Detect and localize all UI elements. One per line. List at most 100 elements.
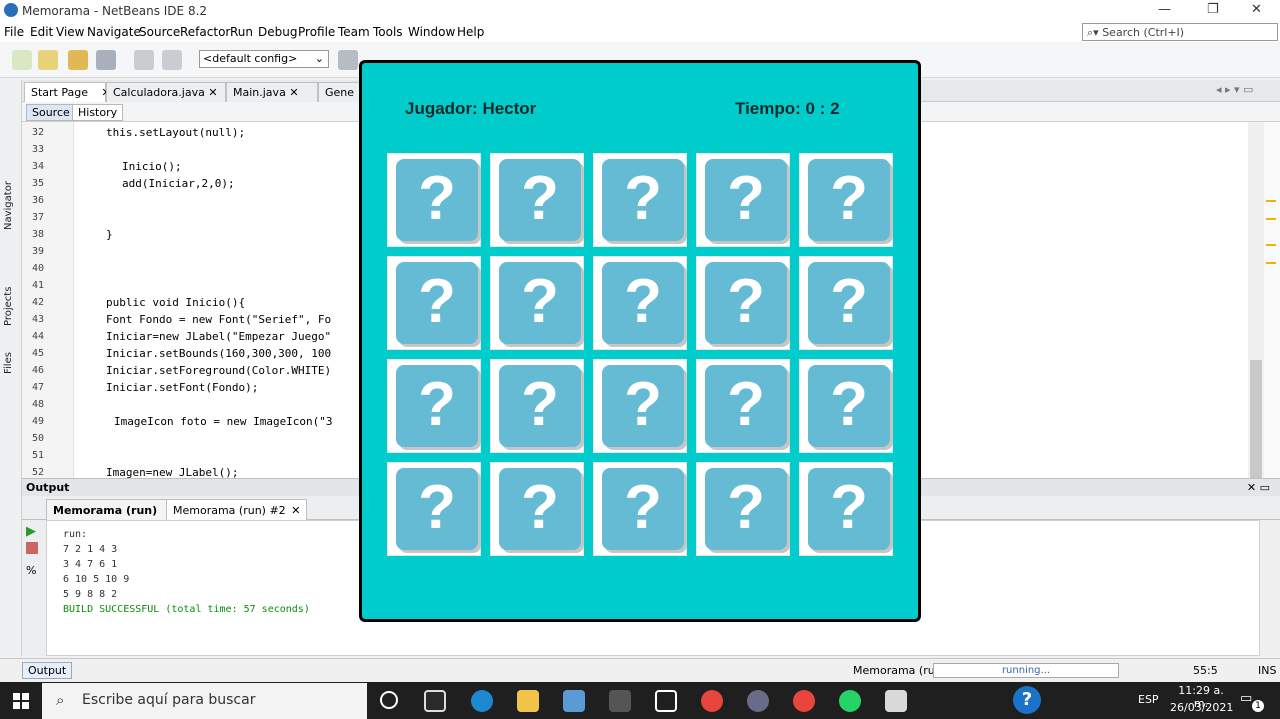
close-icon[interactable]: ✕ [208, 86, 217, 99]
question-mark-icon: ? [624, 164, 662, 233]
memory-card[interactable]: ? [593, 153, 687, 247]
chrome-icon[interactable] [701, 690, 723, 712]
memory-card[interactable]: ? [593, 256, 687, 350]
memory-card[interactable]: ? [593, 462, 687, 556]
memory-card[interactable]: ? [799, 153, 893, 247]
side-tab-navigator[interactable]: Navigator [3, 181, 14, 230]
close-button[interactable]: ✕ [1251, 2, 1262, 17]
scroll-thumb[interactable] [1250, 360, 1262, 478]
tab-memorama-run[interactable]: Memorama (run) ✕ [46, 499, 182, 520]
memory-card[interactable]: ? [696, 153, 790, 247]
language-indicator[interactable]: ESP [1138, 693, 1159, 706]
memory-card[interactable]: ? [696, 462, 790, 556]
cortana-icon[interactable] [380, 691, 398, 709]
output-toggle-button[interactable]: Output [22, 662, 73, 679]
tab-main[interactable]: Main.java ✕ [226, 82, 318, 102]
stop-icon[interactable] [26, 542, 38, 554]
menu-view[interactable]: View [56, 25, 84, 39]
warning-mark[interactable] [1266, 262, 1276, 264]
chrome-profile-icon[interactable] [793, 690, 815, 712]
menu-window[interactable]: Window [408, 25, 455, 39]
build-icon[interactable] [338, 50, 358, 70]
dropbox-icon[interactable] [655, 690, 677, 712]
history-button[interactable]: History [72, 104, 124, 121]
card-back: ? [602, 159, 684, 241]
memory-card[interactable]: ? [490, 256, 584, 350]
restore-button[interactable]: ❐ [1207, 2, 1219, 17]
memory-card[interactable]: ? [696, 359, 790, 453]
source-button[interactable]: Source [26, 104, 76, 121]
search-input[interactable]: ⌕▾ Search (Ctrl+I) [1082, 23, 1278, 41]
tab-nav-arrows[interactable]: ◂ ▸ ▾ ▭ [1216, 83, 1253, 96]
menu-refactor[interactable]: Refactor [180, 25, 230, 39]
edge-icon[interactable] [471, 690, 493, 712]
memory-card[interactable]: ? [799, 256, 893, 350]
question-mark-icon: ? [727, 267, 765, 336]
tab-label: Memorama (run) #2 [173, 504, 286, 517]
config-select[interactable]: <default config> ⌄ [199, 50, 329, 68]
notification-icon[interactable]: ▭ [1240, 691, 1252, 706]
memory-card[interactable]: ? [593, 359, 687, 453]
clock-date[interactable]: 26/03/2021 [1170, 701, 1233, 714]
memory-card[interactable]: ? [387, 359, 481, 453]
new-project-icon[interactable] [38, 50, 58, 70]
paint-icon[interactable] [747, 690, 769, 712]
memory-card[interactable]: ? [387, 462, 481, 556]
minimize-button[interactable]: — [1158, 2, 1171, 17]
editor-scrollbar[interactable] [1248, 122, 1264, 478]
line-number: 32 [32, 127, 45, 138]
side-tab-projects[interactable]: Projects [3, 287, 14, 326]
warning-mark[interactable] [1266, 218, 1276, 220]
warning-mark[interactable] [1266, 244, 1276, 246]
whatsapp-icon[interactable] [839, 690, 861, 712]
memory-card[interactable]: ? [490, 359, 584, 453]
redo-icon[interactable] [162, 50, 182, 70]
line-number: 33 [32, 144, 45, 155]
close-icon[interactable]: ✕ [289, 86, 298, 99]
menu-run[interactable]: Run [230, 25, 253, 39]
java-icon[interactable] [885, 690, 907, 712]
menu-source[interactable]: Source [139, 25, 180, 39]
taskbar-search[interactable]: ⌕ Escribe aquí para buscar [42, 683, 367, 719]
memory-card[interactable]: ? [387, 256, 481, 350]
close-icon[interactable]: ✕ [291, 504, 300, 517]
tab-memorama-run-2[interactable]: Memorama (run) #2 ✕ [166, 499, 308, 520]
side-tab-files[interactable]: Files [3, 352, 14, 374]
menu-debug[interactable]: Debug [258, 25, 297, 39]
menu-navigate[interactable]: Navigate [87, 25, 141, 39]
windows-start-icon[interactable] [13, 693, 29, 709]
memory-card[interactable]: ? [490, 462, 584, 556]
output-close-icon[interactable]: ✕ ▭ [1247, 481, 1270, 494]
save-all-icon[interactable] [96, 50, 116, 70]
tab-gene[interactable]: Gene [318, 82, 364, 102]
code-line: ImageIcon foto = new ImageIcon("3 [114, 415, 333, 428]
undo-icon[interactable] [134, 50, 154, 70]
tab-start-page[interactable]: Start Page ✕ [24, 82, 111, 102]
output-line: 5 9 8 8 2 [63, 589, 118, 600]
memory-card[interactable]: ? [799, 462, 893, 556]
memory-card[interactable]: ? [490, 153, 584, 247]
menu-edit[interactable]: Edit [30, 25, 53, 39]
progress-text: running... [1001, 665, 1051, 676]
memory-card[interactable]: ? [387, 153, 481, 247]
card-back: ? [499, 262, 581, 344]
settings-icon[interactable]: % [26, 564, 36, 577]
calculator-icon[interactable] [609, 690, 631, 712]
3d-viewer-icon[interactable] [563, 690, 585, 712]
file-explorer-icon[interactable] [517, 690, 539, 712]
rerun-icon[interactable]: ▶ [26, 524, 36, 539]
menu-help[interactable]: Help [457, 25, 484, 39]
open-project-icon[interactable] [68, 50, 88, 70]
warning-mark[interactable] [1266, 200, 1276, 202]
tab-calculadora[interactable]: Calculadora.java ✕ [106, 82, 226, 102]
menu-profile[interactable]: Profile [298, 25, 335, 39]
task-view-icon[interactable] [424, 690, 446, 712]
memory-card[interactable]: ? [696, 256, 790, 350]
menu-file[interactable]: File [4, 25, 24, 39]
menu-tools[interactable]: Tools [373, 25, 403, 39]
memory-card[interactable]: ? [799, 359, 893, 453]
new-file-icon[interactable] [12, 50, 32, 70]
help-icon[interactable]: ? [1013, 686, 1041, 714]
output-line: 7 2 1 4 3 [63, 544, 118, 555]
menu-team[interactable]: Team [338, 25, 370, 39]
